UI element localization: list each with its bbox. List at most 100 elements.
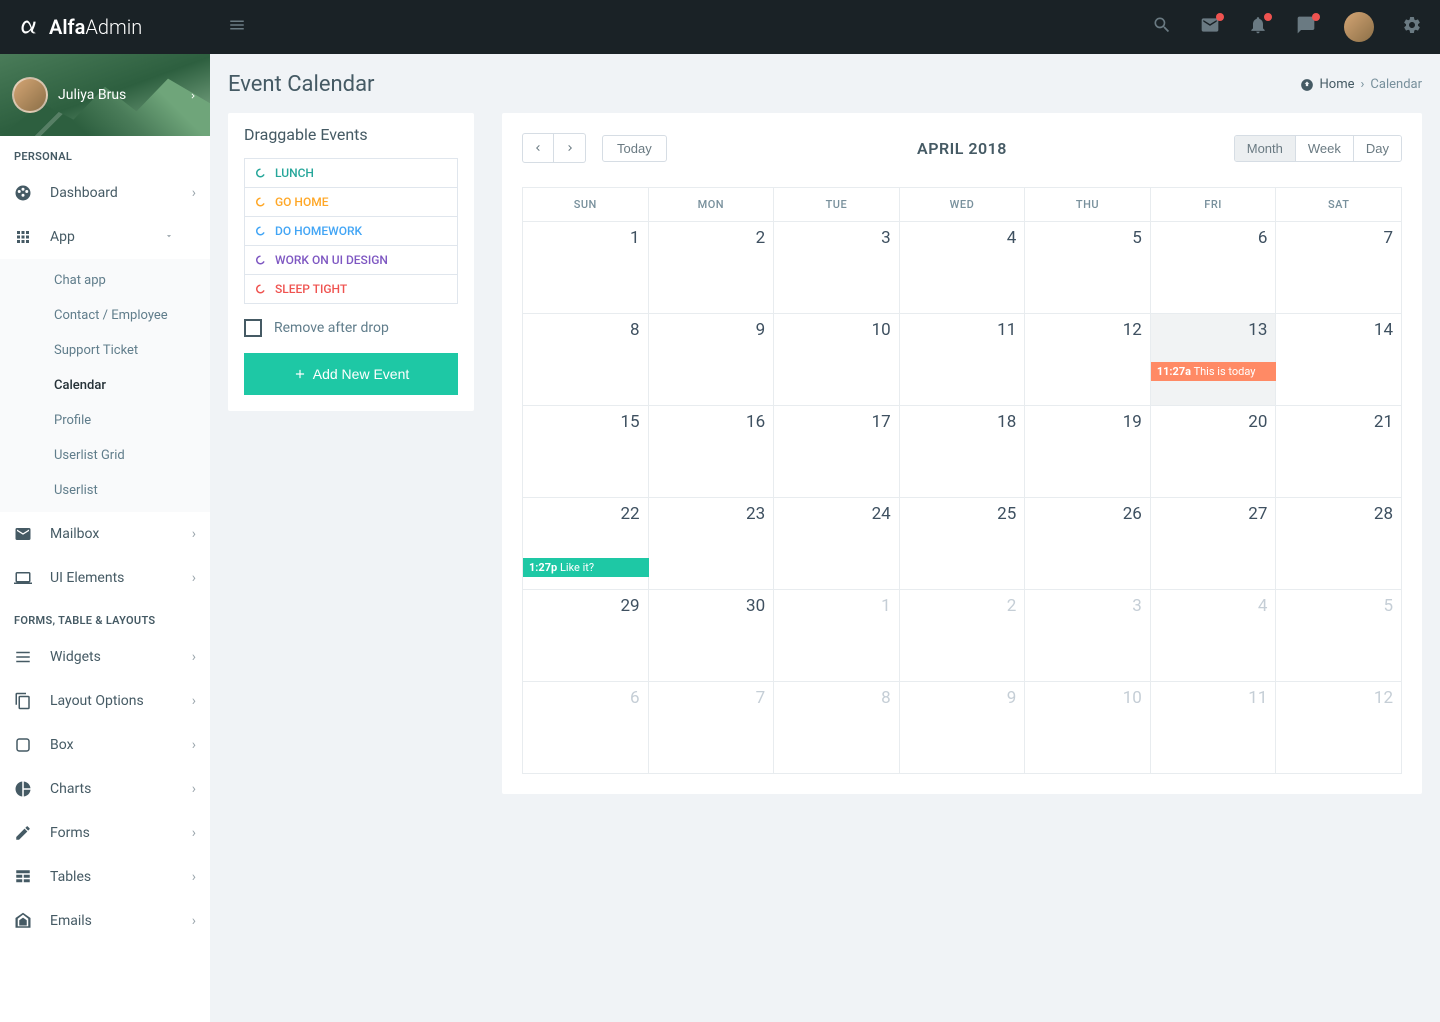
day-cell[interactable]: 3 <box>774 222 900 314</box>
subitem-chat[interactable]: Chat app <box>0 263 210 298</box>
gear-icon[interactable] <box>1402 15 1422 39</box>
day-cell[interactable]: 1 <box>523 222 649 314</box>
day-cell[interactable]: 12 <box>1025 314 1151 406</box>
chevron-right-icon <box>188 86 198 105</box>
day-cell[interactable]: 14 <box>1276 314 1402 406</box>
view-day-button[interactable]: Day <box>1353 136 1401 161</box>
nav-forms[interactable]: Forms› <box>0 811 210 855</box>
hamburger-icon[interactable] <box>228 16 246 38</box>
day-cell[interactable]: 28 <box>1276 498 1402 590</box>
next-month-button[interactable] <box>554 133 586 163</box>
prev-month-button[interactable] <box>522 133 554 163</box>
day-cell[interactable]: 27 <box>1150 498 1276 590</box>
day-cell[interactable]: 2 <box>899 590 1025 682</box>
nav-tables[interactable]: Tables› <box>0 855 210 899</box>
day-cell[interactable]: 9 <box>899 682 1025 774</box>
user-avatar-header[interactable] <box>1344 12 1374 42</box>
calendar-grid: SUN MON TUE WED THU FRI SAT 1 2 3 4 <box>522 187 1402 774</box>
nav-charts[interactable]: Charts› <box>0 767 210 811</box>
day-cell[interactable]: 12 <box>1276 682 1402 774</box>
draggable-event-homework[interactable]: DO HOMEWORK <box>244 216 458 246</box>
draggable-event-lunch[interactable]: LUNCH <box>244 158 458 188</box>
subitem-userlist-grid[interactable]: Userlist Grid <box>0 438 210 473</box>
add-new-event-button[interactable]: Add New Event <box>244 353 458 395</box>
day-cell[interactable]: 1 <box>774 590 900 682</box>
day-cell[interactable]: 2 <box>648 222 774 314</box>
subitem-calendar[interactable]: Calendar <box>0 368 210 403</box>
day-cell[interactable]: 15 <box>523 406 649 498</box>
day-cell[interactable]: 6 <box>1150 222 1276 314</box>
pie-chart-icon <box>14 780 32 798</box>
day-cell[interactable]: 11 <box>1150 682 1276 774</box>
bell-icon[interactable] <box>1248 15 1268 39</box>
draggable-event-uidesign[interactable]: WORK ON UI DESIGN <box>244 245 458 275</box>
day-cell[interactable]: 8 <box>774 682 900 774</box>
breadcrumb-home[interactable]: Home <box>1320 77 1355 92</box>
day-cell[interactable]: 5 <box>1276 590 1402 682</box>
day-cell[interactable]: 4 <box>1150 590 1276 682</box>
subitem-userlist[interactable]: Userlist <box>0 473 210 508</box>
day-cell[interactable]: 20 <box>1150 406 1276 498</box>
chevron-down-icon <box>160 229 196 245</box>
section-label-personal: PERSONAL <box>0 136 210 171</box>
remove-after-drop-checkbox[interactable] <box>244 319 262 337</box>
day-header: SUN <box>523 188 649 222</box>
day-cell[interactable]: 4 <box>899 222 1025 314</box>
chevron-left-icon <box>532 142 544 154</box>
view-week-button[interactable]: Week <box>1295 136 1353 161</box>
drag-panel-title: Draggable Events <box>244 125 458 144</box>
day-cell[interactable]: 16 <box>648 406 774 498</box>
nav-emails[interactable]: Emails› <box>0 899 210 943</box>
day-cell[interactable]: 26 <box>1025 498 1151 590</box>
day-cell[interactable]: 221:27p Like it? <box>523 498 649 590</box>
day-cell[interactable]: 24 <box>774 498 900 590</box>
view-month-button[interactable]: Month <box>1235 136 1295 161</box>
day-cell[interactable]: 5 <box>1025 222 1151 314</box>
dashboard-icon <box>1300 78 1314 92</box>
breadcrumb-current: Calendar <box>1370 77 1422 92</box>
mail-icon[interactable] <box>1200 15 1220 39</box>
day-cell[interactable]: 9 <box>648 314 774 406</box>
day-cell[interactable]: 21 <box>1276 406 1402 498</box>
edit-icon <box>14 824 32 842</box>
day-cell[interactable]: 11 <box>899 314 1025 406</box>
draggable-event-sleep[interactable]: SLEEP TIGHT <box>244 274 458 304</box>
nav-app[interactable]: App <box>0 215 210 259</box>
day-cell[interactable]: 8 <box>523 314 649 406</box>
day-cell[interactable]: 6 <box>523 682 649 774</box>
day-cell[interactable]: 10 <box>774 314 900 406</box>
day-cell[interactable]: 10 <box>1025 682 1151 774</box>
nav-widgets[interactable]: Widgets› <box>0 635 210 679</box>
chevron-right-icon: › <box>192 693 196 709</box>
day-cell[interactable]: 17 <box>774 406 900 498</box>
subitem-contact[interactable]: Contact / Employee <box>0 298 210 333</box>
subitem-profile[interactable]: Profile <box>0 403 210 438</box>
nav-layout[interactable]: Layout Options› <box>0 679 210 723</box>
nav-dashboard[interactable]: Dashboard› <box>0 171 210 215</box>
logo[interactable]: AlfaAdmin <box>0 14 210 40</box>
user-profile-section[interactable]: Juliya Brus <box>0 54 210 136</box>
search-icon[interactable] <box>1152 15 1172 39</box>
breadcrumb: Home › Calendar <box>1300 77 1422 92</box>
day-cell[interactable]: 7 <box>648 682 774 774</box>
day-cell[interactable]: 30 <box>648 590 774 682</box>
chat-icon[interactable] <box>1296 15 1316 39</box>
day-cell[interactable]: 7 <box>1276 222 1402 314</box>
draggable-event-gohome[interactable]: GO HOME <box>244 187 458 217</box>
subitem-ticket[interactable]: Support Ticket <box>0 333 210 368</box>
day-cell[interactable]: 19 <box>1025 406 1151 498</box>
nav-box[interactable]: Box› <box>0 723 210 767</box>
today-button[interactable]: Today <box>602 135 667 162</box>
day-header: MON <box>648 188 774 222</box>
day-cell[interactable]: 23 <box>648 498 774 590</box>
day-cell[interactable]: 18 <box>899 406 1025 498</box>
calendar-event[interactable]: 11:27a This is today <box>1151 362 1277 381</box>
day-cell-today[interactable]: 1311:27a This is today <box>1150 314 1276 406</box>
chevron-right-icon <box>564 142 576 154</box>
calendar-event[interactable]: 1:27p Like it? <box>523 558 649 577</box>
day-cell[interactable]: 29 <box>523 590 649 682</box>
nav-mailbox[interactable]: Mailbox› <box>0 512 210 556</box>
day-cell[interactable]: 25 <box>899 498 1025 590</box>
nav-ui-elements[interactable]: UI Elements› <box>0 556 210 600</box>
day-cell[interactable]: 3 <box>1025 590 1151 682</box>
